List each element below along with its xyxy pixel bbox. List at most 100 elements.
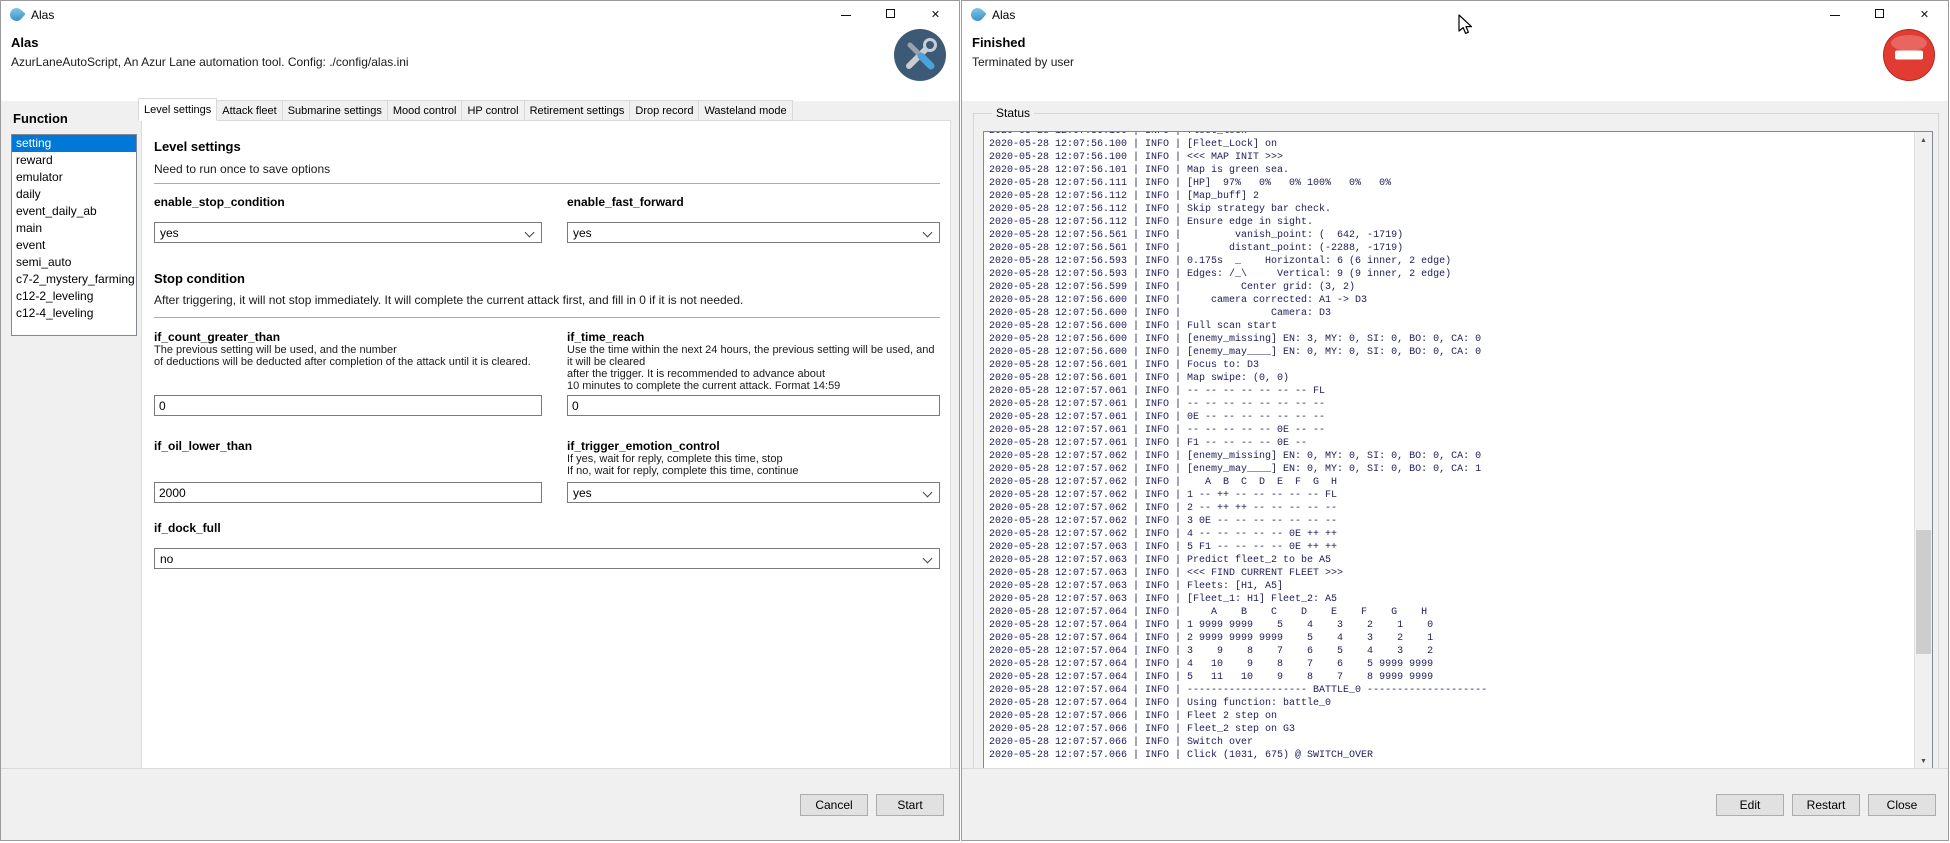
status-header: Finished Terminated by user — [962, 29, 1948, 101]
settings-tab[interactable]: Attack fleet — [217, 100, 282, 121]
app-title: Alas — [11, 35, 38, 50]
tools-badge-icon — [894, 29, 946, 81]
function-list-item[interactable]: semi_auto — [12, 254, 136, 271]
settings-tab[interactable]: Submarine settings — [283, 100, 388, 121]
log-line: 2020-05-28 12:07:56.112 | INFO | [Map_bu… — [989, 190, 1487, 203]
log-line: 2020-05-28 12:07:57.063 | INFO | Fleets:… — [989, 580, 1487, 593]
if-trigger-emotion-control-dropdown[interactable]: yes — [567, 482, 940, 503]
function-list-item[interactable]: main — [12, 220, 136, 237]
log-line: 2020-05-28 12:07:57.064 | INFO | 1 9999 … — [989, 619, 1487, 632]
log-line: 2020-05-28 12:07:57.063 | INFO | 5 F1 --… — [989, 541, 1487, 554]
section-subtitle-level-settings: Need to run once to save options — [154, 162, 330, 176]
enable-stop-condition-dropdown[interactable]: yes — [154, 222, 542, 243]
log-line: 2020-05-28 12:07:56.600 | INFO | [enemy_… — [989, 333, 1487, 346]
minimize-button[interactable] — [823, 1, 868, 29]
divider — [154, 317, 940, 318]
section-subtitle-stop-condition: After triggering, it will not stop immed… — [154, 293, 743, 307]
function-list-item[interactable]: setting — [12, 135, 136, 152]
log-line: 2020-05-28 12:07:56.600 | INFO | Full sc… — [989, 320, 1487, 333]
app-header: Alas AzurLaneAutoScript, An Azur Lane au… — [1, 29, 959, 101]
settings-tab[interactable]: Retirement settings — [525, 100, 631, 121]
log-line: 2020-05-28 12:07:57.064 | INFO | 2 9999 … — [989, 632, 1487, 645]
if-trigger-emotion-control-help: If yes, wait for reply, complete this ti… — [567, 453, 940, 477]
settings-tab[interactable]: Level settings — [138, 98, 217, 121]
if-time-reach-input[interactable] — [567, 395, 940, 416]
stop-badge-icon — [1883, 29, 1935, 81]
minimize-button[interactable] — [1812, 1, 1857, 29]
settings-tab[interactable]: HP control — [462, 100, 524, 121]
log-line: 2020-05-28 12:07:56.111 | INFO | [HP] 97… — [989, 177, 1487, 190]
log-scrollbar[interactable]: ▲ ▼ — [1914, 132, 1932, 770]
level-settings-pane: Level settings Need to run once to save … — [141, 120, 951, 771]
if-oil-lower-than-label: if_oil_lower_than — [154, 439, 542, 453]
function-list-item[interactable]: daily — [12, 186, 136, 203]
settings-tab[interactable]: Mood control — [388, 100, 463, 121]
cancel-button[interactable]: Cancel — [800, 794, 868, 816]
if-dock-full-label: if_dock_full — [154, 521, 542, 535]
section-title-stop-condition: Stop condition — [154, 271, 245, 286]
enable-fast-forward-dropdown[interactable]: yes — [567, 222, 940, 243]
start-button[interactable]: Start — [876, 794, 944, 816]
log-line: 2020-05-28 12:07:56.600 | INFO | [enemy_… — [989, 346, 1487, 359]
scrollbar-thumb[interactable] — [1916, 530, 1931, 654]
enable-fast-forward-label: enable_fast_forward — [567, 195, 940, 209]
close-footer-button[interactable]: Close — [1868, 794, 1936, 816]
function-list-item[interactable]: reward — [12, 152, 136, 169]
close-button[interactable]: ✕ — [1902, 1, 1947, 29]
log-line: 2020-05-28 12:07:56.599 | INFO | Center … — [989, 281, 1487, 294]
log-line: 2020-05-28 12:07:57.066 | INFO | Click (… — [989, 749, 1487, 762]
function-list-item[interactable]: c7-2_mystery_farming — [12, 271, 136, 288]
settings-tab[interactable]: Drop record — [630, 100, 699, 121]
log-output[interactable]: 2020-05-28 12:07:56.100 | INFO | fleet_l… — [983, 131, 1933, 771]
finished-title: Finished — [972, 35, 1025, 50]
function-list-item[interactable]: c12-2_leveling — [12, 288, 136, 305]
log-line: 2020-05-28 12:07:56.593 | INFO | 0.175s … — [989, 255, 1487, 268]
settings-tabs: Level settingsAttack fleetSubmarine sett… — [138, 100, 793, 121]
config-window: Alas ✕ Alas AzurLaneAutoScript, An Azur … — [0, 0, 960, 841]
maximize-button[interactable] — [1857, 1, 1902, 29]
finished-subtitle: Terminated by user — [972, 55, 1074, 69]
log-line: 2020-05-28 12:07:57.061 | INFO | -- -- -… — [989, 385, 1487, 398]
log-line: 2020-05-28 12:07:56.593 | INFO | Edges: … — [989, 268, 1487, 281]
divider — [154, 183, 940, 184]
config-content: Function settingrewardemulatordailyevent… — [1, 101, 959, 769]
log-line: 2020-05-28 12:07:57.064 | INFO | Using f… — [989, 697, 1487, 710]
log-line: 2020-05-28 12:07:56.561 | INFO | vanish_… — [989, 229, 1487, 242]
status-content: Status 2020-05-28 12:07:56.100 | INFO | … — [962, 101, 1948, 769]
if-time-reach-label: if_time_reach — [567, 330, 940, 344]
log-line: 2020-05-28 12:07:57.063 | INFO | [Fleet_… — [989, 593, 1487, 606]
log-line: 2020-05-28 12:07:57.062 | INFO | 1 -- ++… — [989, 489, 1487, 502]
titlebar[interactable]: Alas ✕ — [962, 1, 1948, 29]
function-list-item[interactable]: emulator — [12, 169, 136, 186]
log-line: 2020-05-28 12:07:57.064 | INFO | A B C D… — [989, 606, 1487, 619]
log-line: 2020-05-28 12:07:57.064 | INFO | 5 11 10… — [989, 671, 1487, 684]
log-line: 2020-05-28 12:07:56.600 | INFO | camera … — [989, 294, 1487, 307]
edit-button[interactable]: Edit — [1716, 794, 1784, 816]
log-line: 2020-05-28 12:07:57.061 | INFO | F1 -- -… — [989, 437, 1487, 450]
close-button[interactable]: ✕ — [913, 1, 958, 29]
chevron-down-icon — [923, 488, 933, 498]
log-line: 2020-05-28 12:07:57.061 | INFO | -- -- -… — [989, 424, 1487, 437]
if-dock-full-dropdown[interactable]: no — [154, 548, 940, 569]
titlebar[interactable]: Alas ✕ — [1, 1, 959, 29]
section-title-level-settings: Level settings — [154, 139, 241, 154]
function-list-item[interactable]: c12-4_leveling — [12, 305, 136, 322]
if-oil-lower-than-input[interactable] — [154, 482, 542, 503]
status-window: Alas ✕ Finished Terminated by user Statu… — [961, 0, 1949, 841]
function-list-item[interactable]: event_daily_ab — [12, 203, 136, 220]
log-line: 2020-05-28 12:07:57.062 | INFO | [enemy_… — [989, 450, 1487, 463]
function-list-item[interactable]: event — [12, 237, 136, 254]
status-label: Status — [992, 106, 1034, 120]
scrollbar-up-icon[interactable]: ▲ — [1915, 132, 1932, 149]
restart-button[interactable]: Restart — [1792, 794, 1860, 816]
mouse-cursor-icon — [1458, 14, 1474, 35]
function-label: Function — [13, 111, 68, 126]
settings-tab[interactable]: Wasteland mode — [699, 100, 792, 121]
function-list[interactable]: settingrewardemulatordailyevent_daily_ab… — [11, 134, 137, 336]
log-line: 2020-05-28 12:07:56.100 | INFO | [Fleet_… — [989, 138, 1487, 151]
maximize-button[interactable] — [868, 1, 913, 29]
if-count-greater-than-input[interactable] — [154, 395, 542, 416]
log-line: 2020-05-28 12:07:57.066 | INFO | Fleet 2… — [989, 710, 1487, 723]
enable-stop-condition-label: enable_stop_condition — [154, 195, 542, 209]
log-line: 2020-05-28 12:07:56.100 | INFO | <<< MAP… — [989, 151, 1487, 164]
